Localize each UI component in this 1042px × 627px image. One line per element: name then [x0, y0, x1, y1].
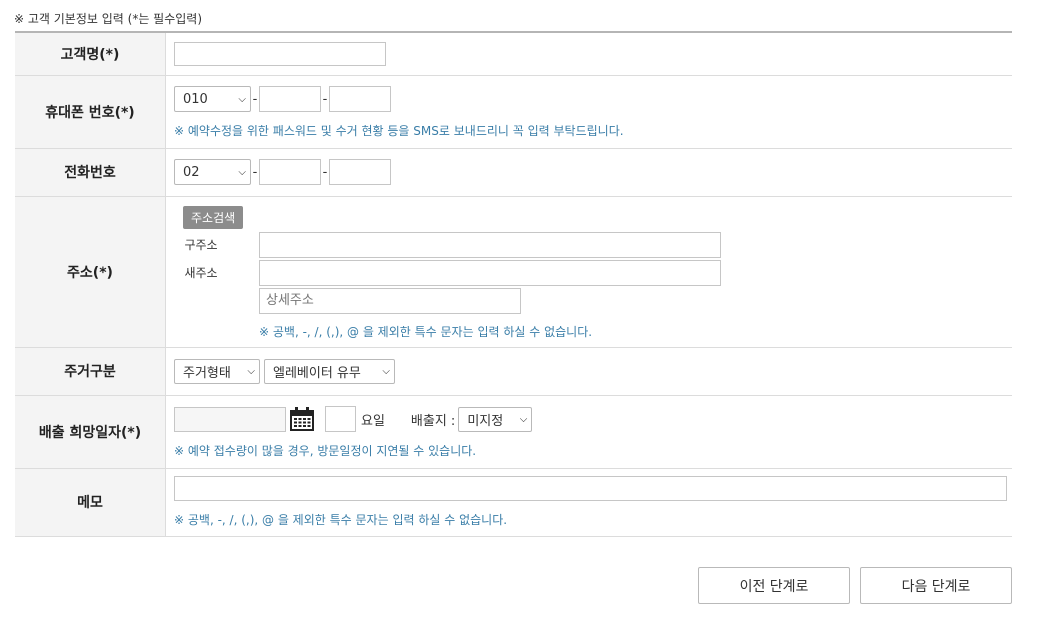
elevator-select[interactable]: 엘레베이터 유무 ⌵	[264, 358, 395, 384]
residence-type-select[interactable]: 주거형태 ⌵	[174, 358, 260, 384]
mobile-last-input[interactable]	[329, 86, 391, 112]
pickup-note: ※ 예약 접수량이 많을 경우, 방문일정이 지연될 수 있습니다.	[174, 444, 477, 458]
phone-mid-input[interactable]	[259, 159, 321, 185]
name-input[interactable]	[174, 41, 386, 66]
label-phone: 전화번호	[15, 148, 166, 197]
mobile-note: ※ 예약수정을 위한 패스워드 및 수거 현황 등을 SMS로 보내드리니 꼭 …	[174, 124, 624, 138]
label-memo: 메모	[15, 468, 166, 537]
chevron-down-icon: ⌵	[238, 93, 246, 105]
address-search-button[interactable]: 주소검색	[183, 205, 244, 229]
chevron-down-icon: ⌵	[238, 166, 246, 178]
row-mobile: 휴대폰 번호(*) 010 ⌵ - - ※ 예약수정을 위한 패스워드 및 수거…	[15, 75, 1012, 149]
customer-info-form: 고객명(*) 휴대폰 번호(*) 010 ⌵ - - ※ 예약수정을 위한 패스…	[15, 31, 1012, 537]
address-note: ※ 공백, -, /, (,), @ 을 제외한 특수 문자는 입력 하실 수 …	[259, 324, 593, 339]
phone-last-input[interactable]	[329, 159, 391, 185]
label-address: 주소(*)	[15, 196, 166, 348]
label-pickup: 배출 희망일자(*)	[15, 395, 166, 469]
section-title: ※ 고객 기본정보 입력 (*는 필수입력)	[14, 12, 203, 26]
memo-note: ※ 공백, -, /, (,), @ 을 제외한 특수 문자는 입력 하실 수 …	[174, 513, 508, 527]
row-memo: 메모 ※ 공백, -, /, (,), @ 을 제외한 특수 문자는 입력 하실…	[15, 468, 1012, 537]
old-address-input[interactable]	[259, 231, 721, 258]
detail-address-input[interactable]	[259, 287, 521, 314]
phone-prefix-select[interactable]: 02 ⌵	[174, 159, 251, 185]
memo-input[interactable]	[174, 476, 1007, 501]
next-step-button[interactable]: 다음 단계로	[860, 567, 1012, 604]
mobile-mid-input[interactable]	[259, 86, 321, 112]
row-phone: 전화번호 02 ⌵ - -	[15, 148, 1012, 197]
chevron-down-icon: ⌵	[247, 365, 255, 377]
new-address-input[interactable]	[259, 259, 721, 286]
row-pickup: 배출 희망일자(*) 요일 배출지: 미지정 ⌵ ※ 예약 접수량이 많을 경…	[15, 395, 1012, 469]
pickup-date-input[interactable]	[174, 406, 286, 432]
row-residence: 주거구분 주거형태 ⌵ 엘레베이터 유무 ⌵	[15, 347, 1012, 396]
pickup-day-input[interactable]	[325, 406, 356, 432]
new-address-label: 새주소	[184, 266, 218, 280]
label-name: 고객명(*)	[15, 32, 166, 76]
calendar-icon[interactable]	[289, 406, 315, 432]
pickup-place-select[interactable]: 미지정 ⌵	[458, 406, 533, 432]
old-address-label: 구주소	[184, 238, 218, 252]
chevron-down-icon: ⌵	[519, 413, 528, 425]
place-label: 배출지 :	[410, 413, 456, 429]
row-name: 고객명(*)	[15, 32, 1012, 76]
prev-step-button[interactable]: 이전 단계로	[698, 567, 850, 604]
label-mobile: 휴대폰 번호(*)	[15, 75, 166, 149]
label-residence: 주거구분	[15, 347, 166, 396]
row-address: 주소(*) 주소검색 구주소 새주소 ※ 공백, -, /, (,), @ 을 …	[15, 196, 1012, 348]
mobile-prefix-select[interactable]: 010 ⌵	[174, 86, 251, 112]
day-suffix: 요일	[361, 413, 385, 429]
chevron-down-icon: ⌵	[382, 365, 390, 377]
